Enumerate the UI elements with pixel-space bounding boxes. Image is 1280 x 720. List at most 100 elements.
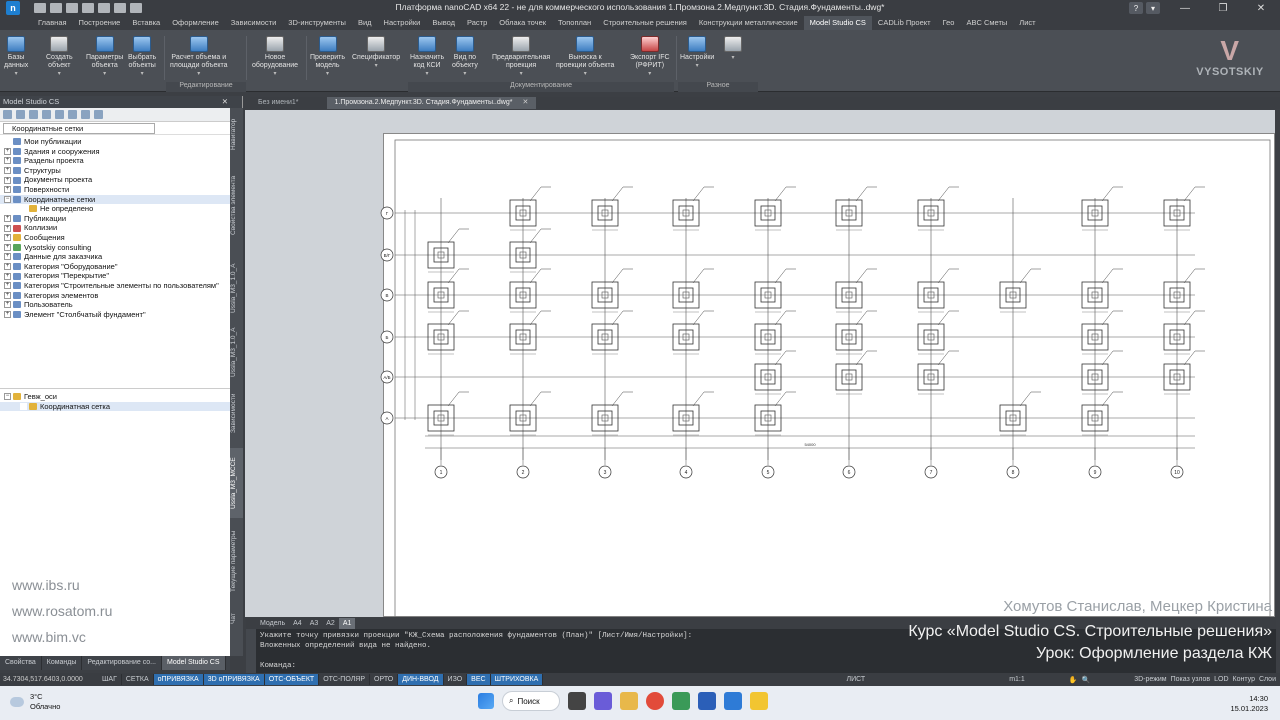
status-show-nodes[interactable]: Показ узлов [1171, 676, 1211, 683]
expand-toggle-icon[interactable]: + [4, 157, 11, 165]
ribbon-tab[interactable]: ABC Сметы [960, 16, 1013, 30]
status-toggle[interactable]: ОРТО [370, 674, 399, 685]
panel-divider[interactable] [0, 388, 230, 389]
expand-toggle-icon[interactable]: + [4, 186, 11, 194]
status-toggle[interactable]: ОТС-ПОЛЯР [319, 674, 371, 685]
status-toggle[interactable]: ДИН-ВВОД [398, 674, 444, 685]
file-explorer-icon[interactable] [620, 692, 638, 710]
tree-item[interactable]: + Пользователь [0, 300, 242, 310]
tree-item[interactable]: + Коллизии [0, 223, 242, 233]
close-button[interactable]: ✕ [1242, 0, 1280, 16]
layout-tab[interactable]: A3 [306, 618, 323, 629]
tree-item[interactable]: + Категория "Оборудование" [0, 262, 242, 272]
status-3d-mode[interactable]: 3D-режим [1134, 676, 1166, 683]
tree-item[interactable]: Координатная сетка [0, 401, 230, 412]
expand-toggle-icon[interactable]: + [4, 167, 11, 175]
status-toggle[interactable]: ИЗО [444, 674, 468, 685]
filter-dropdown[interactable]: Координатные сетки [3, 122, 155, 134]
status-layers[interactable]: Слои [1259, 676, 1276, 683]
ribbon-tab[interactable]: Вид [352, 16, 378, 30]
expand-toggle-icon[interactable]: + [4, 301, 11, 309]
expand-toggle-icon[interactable]: + [4, 243, 11, 251]
status-contour[interactable]: Контур [1233, 676, 1255, 683]
expand-toggle-icon[interactable]: + [4, 176, 11, 184]
expand-toggle-icon[interactable]: + [4, 253, 11, 261]
nanocad-icon[interactable] [750, 692, 768, 710]
search-icon[interactable] [29, 110, 38, 119]
ribbon-tab[interactable]: Растр [461, 16, 493, 30]
sheet-label[interactable]: ЛИСТ [846, 676, 865, 683]
ribbon-tab[interactable]: Вывод [426, 16, 461, 30]
new-file-icon[interactable] [34, 3, 46, 13]
expand-toggle-icon[interactable]: + [4, 224, 11, 232]
ribbon-tab[interactable]: Облака точек [493, 16, 552, 30]
layout-tab[interactable]: A1 [338, 618, 356, 629]
ribbon-tab[interactable]: Model Studio CS [803, 16, 872, 30]
ribbon-tab[interactable]: Гео [937, 16, 961, 30]
tree-item[interactable]: + Категория элементов [0, 291, 242, 301]
command-prompt[interactable]: Команда: [260, 662, 296, 670]
ribbon-tab[interactable]: Топоплан [552, 16, 597, 30]
status-toggle[interactable]: 3D оПРИВЯЗКА [203, 674, 265, 685]
settings-icon[interactable] [81, 110, 90, 119]
word-icon[interactable] [698, 692, 716, 710]
ribbon-button[interactable]: Спецификатор ▾ [352, 36, 400, 70]
tree-item[interactable]: + Публикации [0, 214, 242, 224]
ribbon-button[interactable]: Новое оборудование ▾ [252, 36, 298, 78]
tree-item[interactable]: + Структуры [0, 166, 242, 176]
command-line-handle[interactable] [246, 629, 256, 673]
tree-item[interactable]: + Сообщения [0, 233, 242, 243]
zoom-icon[interactable]: 🔍 [1081, 676, 1090, 684]
ribbon-extra-button[interactable]: ▾ [724, 36, 742, 62]
tree-item[interactable]: + Vysotskiy consulting [0, 243, 242, 253]
tree-item[interactable]: + Документы проекта [0, 175, 242, 185]
side-tab[interactable]: Навигатор [230, 112, 243, 156]
ribbon-button[interactable]: Экспорт IFC (РФРИТ) ▾ [630, 36, 670, 78]
ribbon-tab[interactable]: Лист [1013, 16, 1041, 30]
info-icon[interactable] [94, 110, 103, 119]
tree-item[interactable]: + Разделы проекта [0, 156, 242, 166]
ribbon-tab[interactable]: Зависимости [225, 16, 283, 30]
ribbon-tab[interactable]: Построение [73, 16, 127, 30]
ribbon-button[interactable]: Выбрать объекты ▾ [128, 36, 156, 78]
side-tab[interactable]: Свойства элемента [230, 160, 243, 250]
ribbon-button[interactable]: Параметры объекта ▾ [86, 36, 123, 78]
tree-item[interactable]: + Элемент "Столбчатый фундамент" [0, 310, 242, 320]
ribbon-tab[interactable]: Конструкции металлические [693, 16, 804, 30]
tree-item[interactable]: + Здания и сооружения [0, 147, 242, 157]
print-icon[interactable] [82, 3, 94, 13]
expand-toggle-icon[interactable]: + [4, 147, 11, 155]
tree-item[interactable]: − Координатные сетки [0, 194, 242, 205]
layout-tab[interactable]: A4 [289, 618, 306, 629]
status-toggle[interactable]: ОТС-ОБЪЕКТ [264, 674, 320, 685]
tree-item[interactable]: − Гевж_оси [0, 392, 230, 402]
chrome-icon[interactable] [646, 692, 664, 710]
task-view-icon[interactable] [568, 692, 586, 710]
ribbon-button[interactable]: Вид по объекту ▾ [452, 36, 478, 78]
system-clock[interactable]: 14:30 15.01.2023 [1230, 694, 1268, 714]
layout-tab[interactable]: Модель [256, 618, 289, 629]
weather-widget[interactable]: 3°C Облачно [10, 692, 60, 712]
panel-tab[interactable]: Редактирование со... [82, 656, 162, 670]
panel-tab[interactable]: Свойства [0, 656, 42, 670]
expand-toggle-icon[interactable]: − [4, 393, 11, 401]
help-icon[interactable]: ? [1129, 2, 1143, 14]
side-tab[interactable]: Ussla_М3_1.0_А [230, 258, 243, 318]
panel-close-icon[interactable]: ✕ [222, 96, 228, 108]
ribbon-tab[interactable]: CADLib Проект [872, 16, 937, 30]
document-tab[interactable]: Без имени1* [250, 97, 307, 109]
ribbon-tab[interactable]: Настройки [378, 16, 427, 30]
ribbon-button[interactable]: Создать объект ▾ [46, 36, 73, 78]
ribbon-button[interactable]: Базы данных ▾ [4, 36, 28, 78]
panel-tab[interactable]: Model Studio CS [162, 656, 226, 670]
drawing-viewport[interactable]: 54000 1 2 3 4 5 6 7 8 9 10 Г В/Г В Б А/Б А [245, 110, 1275, 617]
ribbon-button[interactable]: Проверить модель ▾ [310, 36, 345, 78]
folder-icon[interactable] [3, 110, 12, 119]
tree-item[interactable]: + Поверхности [0, 185, 242, 195]
ribbon-button[interactable]: Предварительная проекция ▾ [492, 36, 550, 78]
side-tab[interactable]: Чат [230, 604, 243, 634]
tree-item[interactable]: Мои публикации [0, 137, 242, 147]
expand-toggle-icon[interactable]: + [4, 310, 11, 318]
play-icon[interactable] [42, 110, 51, 119]
redo-icon[interactable] [114, 3, 126, 13]
